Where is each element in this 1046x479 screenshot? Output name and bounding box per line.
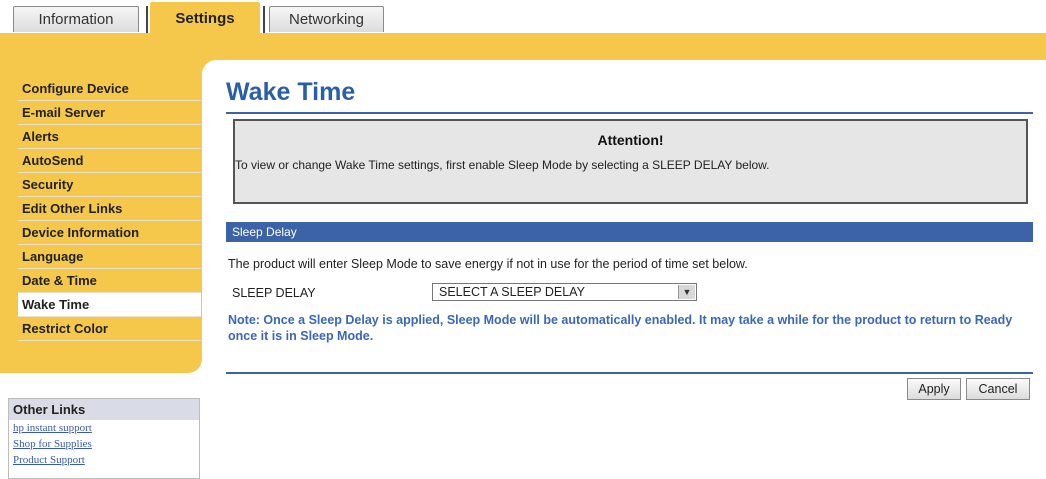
chevron-down-icon[interactable]: ▼: [678, 285, 695, 299]
attention-box: Attention! To view or change Wake Time s…: [233, 119, 1028, 204]
tab-bar: Information Settings Networking: [0, 0, 1046, 34]
sidebar-item-date-time[interactable]: Date & Time: [18, 269, 201, 293]
other-links-header: Other Links: [9, 399, 199, 420]
section-header-sleep-delay: Sleep Delay: [226, 222, 1033, 242]
sidebar-item-alerts[interactable]: Alerts: [18, 125, 201, 149]
cancel-button[interactable]: Cancel: [966, 378, 1030, 400]
other-links-panel: Other Links hp instant support Shop for …: [8, 398, 200, 479]
bottom-divider: [226, 372, 1033, 374]
tab-separator: [263, 6, 265, 34]
sidebar: Configure Device E-mail Server Alerts Au…: [0, 60, 202, 373]
link-shop-for-supplies[interactable]: Shop for Supplies: [9, 436, 199, 452]
tab-information[interactable]: Information: [13, 6, 139, 32]
attention-text: To view or change Wake Time settings, fi…: [235, 158, 770, 172]
link-product-support[interactable]: Product Support: [9, 452, 199, 468]
sidebar-item-restrict-color[interactable]: Restrict Color: [18, 317, 201, 341]
sidebar-item-autosend[interactable]: AutoSend: [18, 149, 201, 173]
sidebar-item-configure-device[interactable]: Configure Device: [18, 77, 201, 101]
content-corner: [202, 60, 222, 80]
sleep-delay-label: SLEEP DELAY: [232, 286, 316, 300]
tab-separator: [146, 6, 148, 34]
sidebar-item-language[interactable]: Language: [18, 245, 201, 269]
sidebar-menu: Configure Device E-mail Server Alerts Au…: [18, 77, 201, 341]
sleep-description: The product will enter Sleep Mode to sav…: [228, 257, 748, 271]
sidebar-item-edit-other-links[interactable]: Edit Other Links: [18, 197, 201, 221]
sidebar-item-device-information[interactable]: Device Information: [18, 221, 201, 245]
sleep-delay-select[interactable]: SELECT A SLEEP DELAY ▼: [432, 283, 697, 301]
page-title: Wake Time: [226, 78, 356, 106]
attention-title: Attention!: [597, 132, 664, 148]
sleep-note: Note: Once a Sleep Delay is applied, Sle…: [228, 313, 1013, 343]
tab-networking[interactable]: Networking: [269, 6, 384, 32]
sidebar-item-security[interactable]: Security: [18, 173, 201, 197]
sidebar-item-wake-time[interactable]: Wake Time: [18, 293, 201, 317]
sleep-delay-selected-value: SELECT A SLEEP DELAY: [439, 285, 585, 299]
title-divider: [226, 112, 1033, 114]
apply-button[interactable]: Apply: [907, 378, 961, 400]
link-hp-instant-support[interactable]: hp instant support: [9, 420, 199, 436]
tab-settings[interactable]: Settings: [150, 2, 260, 34]
sidebar-item-email-server[interactable]: E-mail Server: [18, 101, 201, 125]
header-band: [0, 33, 1046, 60]
